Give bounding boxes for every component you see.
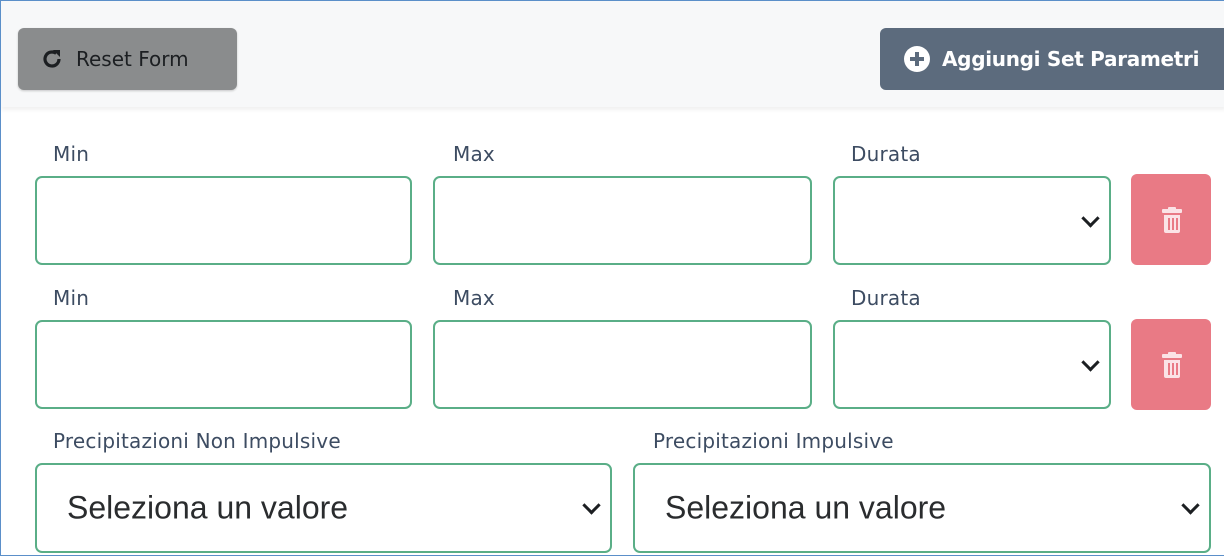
add-parameter-set-button[interactable]: Aggiungi Set Parametri [880,28,1224,90]
max-label: Max [453,286,495,310]
precipitazioni-non-impulsive-label: Precipitazioni Non Impulsive [53,429,341,453]
min-input[interactable] [35,176,412,265]
durata-label: Durata [851,286,921,310]
min-label: Min [53,142,90,166]
durata-select[interactable] [833,320,1111,409]
chevron-down-icon [1181,496,1200,515]
chevron-down-icon [582,496,601,515]
trash-icon [1162,207,1182,233]
delete-row-button[interactable] [1131,174,1211,265]
add-parameter-set-label: Aggiungi Set Parametri [942,47,1200,71]
trash-icon [1162,352,1182,378]
min-input[interactable] [35,320,412,409]
precipitazioni-non-impulsive-value: Seleziona un valore [67,489,349,526]
durata-label: Durata [851,142,921,166]
plus-circle-icon [904,46,930,72]
precipitazioni-impulsive-value: Seleziona un valore [665,489,947,526]
reset-form-label: Reset Form [76,47,189,71]
chevron-down-icon [1081,208,1100,228]
form-toolbar: Reset Form Aggiungi Set Parametri [1,1,1224,107]
min-label: Min [53,286,90,310]
precipitazioni-impulsive-select[interactable]: Seleziona un valore [633,463,1211,553]
chevron-down-icon [1081,352,1100,372]
parameters-form: Reset Form Aggiungi Set Parametri Min Ma… [0,0,1224,556]
durata-select[interactable] [833,176,1111,265]
delete-row-button[interactable] [1131,319,1211,410]
max-label: Max [453,142,495,166]
max-input[interactable] [433,176,812,265]
max-input[interactable] [433,320,812,409]
reset-form-button[interactable]: Reset Form [18,28,237,90]
refresh-icon [43,50,61,68]
precipitazioni-impulsive-label: Precipitazioni Impulsive [653,429,894,453]
precipitazioni-non-impulsive-select[interactable]: Seleziona un valore [35,463,612,553]
